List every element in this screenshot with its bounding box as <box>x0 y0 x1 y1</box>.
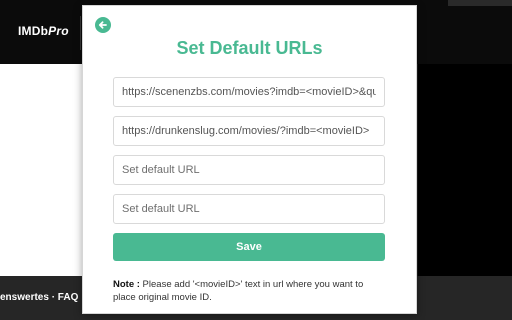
arrow-left-icon <box>98 21 107 29</box>
save-button[interactable]: Save <box>113 233 385 261</box>
extension-popup: Set Default URLs Save Note : Please add … <box>82 5 417 314</box>
note-label: Note : <box>113 279 140 290</box>
background-content-left <box>0 64 82 276</box>
logo-main-text: IMDb <box>18 24 49 38</box>
footer-links[interactable]: enswertes · FAQ <box>0 292 78 303</box>
back-button[interactable] <box>95 17 111 33</box>
url-field-3[interactable] <box>113 155 385 185</box>
url-field-4[interactable] <box>113 194 385 224</box>
logo-pro-text: Pro <box>48 24 69 38</box>
imdbpro-logo: IMDbPro <box>18 24 69 38</box>
url-field-1[interactable] <box>113 77 385 107</box>
note-body: Please add '<movieID>' text in url where… <box>113 279 364 303</box>
page-title: Set Default URLs <box>176 38 323 58</box>
background-content-right <box>418 64 512 276</box>
url-field-2[interactable] <box>113 116 385 146</box>
note-text: Note : Please add '<movieID>' text in ur… <box>113 278 385 304</box>
background-toolbar-strip <box>448 0 512 6</box>
header-divider <box>80 16 81 50</box>
